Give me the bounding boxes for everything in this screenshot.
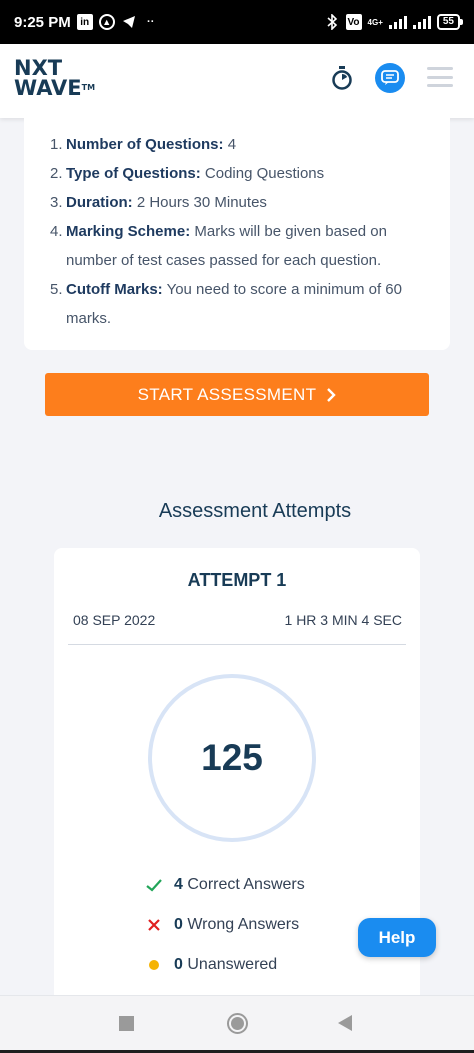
instruction-label: Type of Questions: [66, 165, 201, 182]
instruction-text: 2 Hours 30 Minutes [136, 194, 267, 211]
logo-line1: NXT [14, 56, 63, 80]
check-icon [146, 878, 162, 892]
instruction-number: 1. [50, 136, 63, 153]
linkedin-icon: in [76, 14, 93, 30]
network-label: 4G+ [367, 17, 383, 27]
start-assessment-label: START ASSESSMENT [137, 384, 317, 404]
home-button[interactable] [227, 1013, 248, 1034]
instruction-item: 2. Type of Questions: Coding Questions [50, 159, 430, 188]
app-icon: ▲ [98, 14, 115, 30]
score-ring: 125 [148, 674, 316, 842]
instruction-item: 4. Marking Scheme: Marks will be given ba… [50, 217, 430, 275]
correct-answers: 4 Correct Answers [146, 876, 305, 894]
app-header: NXT WAVETM [0, 44, 474, 118]
instruction-number: 5. [50, 281, 63, 298]
instruction-item: 1. Number of Questions: 4 [50, 130, 430, 159]
chat-icon [381, 70, 399, 85]
more-icon: ·· [147, 16, 155, 28]
instructions-list: 1. Number of Questions: 4 2. Type of Quest… [50, 130, 430, 333]
start-assessment-button[interactable]: START ASSESSMENT [45, 373, 429, 416]
menu-icon[interactable] [427, 67, 453, 87]
unanswered: 0 Unanswered [146, 956, 277, 974]
attempt-date: 08 SEP 2022 [73, 612, 156, 628]
correct-label: Correct Answers [187, 876, 305, 893]
instruction-label: Cutoff Marks: [66, 281, 163, 298]
system-nav-bar [0, 995, 474, 1053]
timer-icon[interactable] [330, 66, 354, 90]
chat-button[interactable] [375, 63, 405, 93]
wrong-count: 0 [174, 916, 183, 933]
signal-icon-2 [412, 15, 431, 29]
divider [68, 644, 406, 645]
dot-icon [146, 960, 162, 970]
logo-line2: WAVE [14, 76, 82, 100]
battery-icon: 55 [436, 14, 464, 30]
wrong-answers: 0 Wrong Answers [146, 916, 299, 934]
instruction-label: Marking Scheme: [66, 223, 191, 240]
battery-level: 55 [442, 16, 454, 27]
attempts-title: Assessment Attempts [158, 500, 352, 522]
attempt-name: ATTEMPT 1 [187, 570, 287, 590]
instruction-label: Number of Questions: [66, 136, 224, 153]
instruction-item: 3. Duration: 2 Hours 30 Minutes [50, 188, 430, 217]
bluetooth-icon [324, 14, 340, 30]
instructions-card: 1. Number of Questions: 4 2. Type of Quest… [24, 118, 450, 350]
signal-icon [388, 15, 407, 29]
unanswered-label: Unanswered [187, 956, 278, 973]
instruction-text: 4 [227, 136, 237, 153]
nxtwave-logo[interactable]: NXT WAVETM [14, 56, 96, 100]
wrong-label: Wrong Answers [187, 916, 300, 933]
instruction-number: 4. [50, 223, 63, 240]
instruction-text: Coding Questions [204, 165, 325, 182]
unanswered-count: 0 [174, 956, 183, 973]
instruction-number: 3. [50, 194, 63, 211]
volte-icon: Vo [345, 14, 362, 30]
chevron-right-icon [327, 387, 337, 402]
instruction-item: 5. Cutoff Marks: You need to score a mini… [50, 275, 430, 333]
recent-apps-button[interactable] [119, 1016, 134, 1031]
status-time: 9:25 PM [14, 13, 71, 31]
cross-icon [146, 919, 162, 931]
telegram-icon [121, 14, 137, 30]
instruction-label: Duration: [66, 194, 133, 211]
logo-tm: TM [81, 83, 96, 92]
attempt-duration: 1 HR 3 MIN 4 SEC [284, 612, 402, 628]
instruction-number: 2. [50, 165, 63, 182]
score-value: 125 [201, 737, 263, 778]
status-bar: 9:25 PM in ▲ ·· Vo 4G+ 55 [0, 0, 474, 44]
back-button[interactable] [338, 1015, 352, 1031]
correct-count: 4 [174, 876, 183, 893]
help-button[interactable]: Help [358, 918, 436, 957]
